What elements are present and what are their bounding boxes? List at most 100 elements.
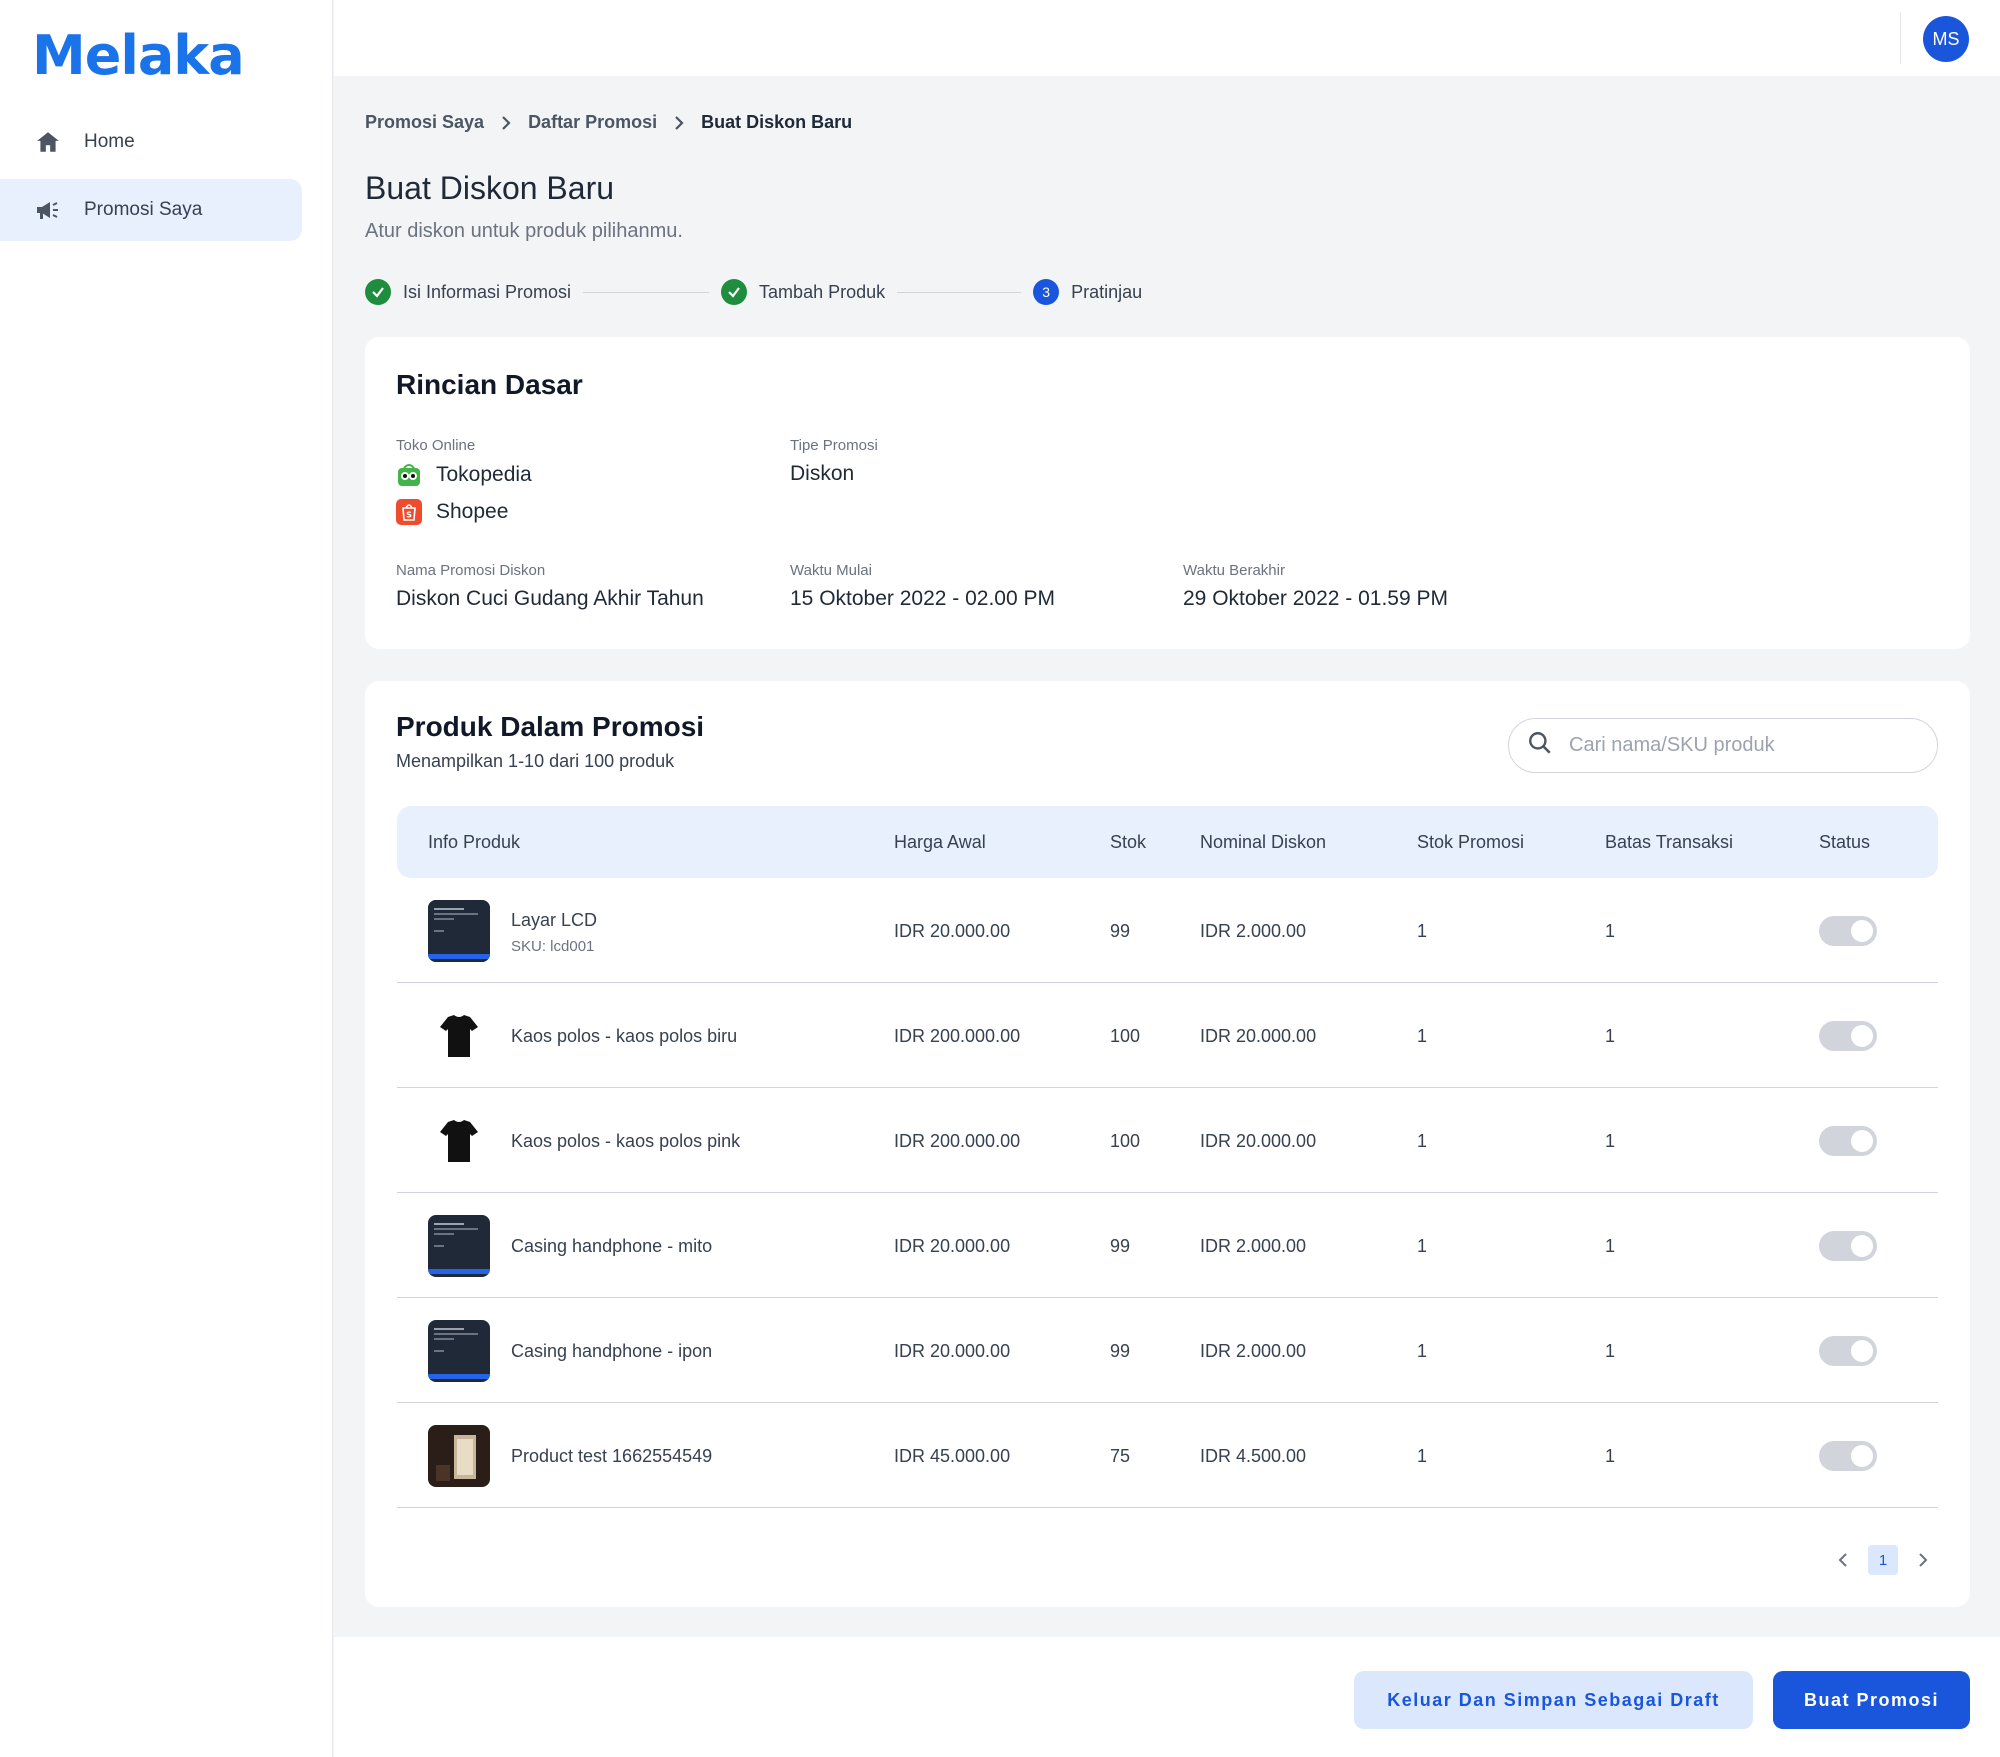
promo-stock: 1 (1417, 1131, 1428, 1151)
status-toggle[interactable] (1819, 1336, 1877, 1366)
col-info-produk: Info Produk (428, 832, 521, 852)
discount: IDR 2.000.00 (1200, 1236, 1307, 1256)
products-count: Menampilkan 1-10 dari 100 produk (396, 751, 675, 771)
check-icon (721, 279, 748, 305)
stock: 100 (1110, 1131, 1141, 1151)
col-status: Status (1819, 832, 1871, 852)
stock: 99 (1110, 921, 1131, 941)
promo-name-label: Nama Promosi Diskon (396, 562, 546, 579)
step-label: Pratinjau (1071, 281, 1143, 302)
promo-stock: 1 (1417, 1026, 1428, 1046)
breadcrumb: Promosi Saya Daftar Promosi Buat Diskon … (365, 112, 852, 133)
product-thumbnail (428, 1425, 490, 1487)
search-box[interactable] (1508, 718, 1938, 773)
start-time-value: 15 Oktober 2022 - 02.00 PM (790, 587, 1055, 610)
home-icon (34, 128, 62, 156)
price: IDR 20.000.00 (894, 1341, 1011, 1361)
table-row: Kaos polos - kaos polos pink IDR 200.000… (397, 1088, 1938, 1193)
chevron-left-icon[interactable] (1828, 1545, 1858, 1575)
price: IDR 20.000.00 (894, 1236, 1011, 1256)
product-thumbnail (428, 1005, 490, 1067)
store-tokopedia: Tokopedia (396, 462, 532, 488)
step-connector (897, 291, 1022, 293)
product-thumbnail (428, 1320, 490, 1382)
price: IDR 200.000.00 (894, 1131, 1021, 1151)
search-input[interactable] (1569, 734, 1909, 757)
step-label: Isi Informasi Promosi (403, 281, 572, 302)
step-connector (583, 291, 710, 293)
discount: IDR 2.000.00 (1200, 921, 1307, 941)
breadcrumb-daftar-promosi[interactable]: Daftar Promosi (528, 112, 657, 133)
status-toggle[interactable] (1819, 1126, 1877, 1156)
sidebar: Melaka Home Promosi Saya (0, 0, 333, 1757)
step-pratinjau[interactable]: 3 Pratinjau (1033, 279, 1142, 305)
status-toggle[interactable] (1819, 916, 1877, 946)
sidebar-item-home[interactable]: Home (0, 111, 302, 173)
transaction-limit: 1 (1605, 1236, 1616, 1256)
price: IDR 200.000.00 (894, 1026, 1021, 1046)
top-bar: MS (334, 0, 2000, 76)
store-label: Toko Online (396, 437, 476, 454)
status-toggle[interactable] (1819, 1441, 1877, 1471)
create-promo-button[interactable]: Buat Promosi (1773, 1671, 1970, 1729)
stock: 100 (1110, 1026, 1141, 1046)
discount: IDR 20.000.00 (1200, 1131, 1317, 1151)
product-name: Kaos polos - kaos polos biru (511, 1026, 738, 1046)
breadcrumb-promosi-saya[interactable]: Promosi Saya (365, 112, 484, 133)
promo-stock: 1 (1417, 921, 1428, 941)
step-tambah-produk[interactable]: Tambah Produk (721, 279, 885, 305)
promo-stock: 1 (1417, 1236, 1428, 1256)
page-title: Buat Diskon Baru (365, 170, 615, 206)
store-shopee: S Shopee (396, 499, 508, 525)
status-toggle[interactable] (1819, 1231, 1877, 1261)
megaphone-icon (34, 196, 62, 224)
header-divider (1900, 12, 1901, 64)
table-row: Product test 1662554549 IDR 45.000.00 75… (397, 1403, 1938, 1508)
melaka-logo[interactable]: Melaka (32, 26, 245, 86)
card-title: Produk Dalam Promosi (396, 711, 705, 742)
discount: IDR 2.000.00 (1200, 1341, 1307, 1361)
step-number: 3 (1033, 279, 1060, 305)
promo-stock: 1 (1417, 1341, 1428, 1361)
product-thumbnail (428, 1215, 490, 1277)
save-draft-button[interactable]: Keluar Dan Simpan Sebagai Draft (1354, 1671, 1753, 1729)
col-batas-transaksi[interactable]: Batas Transaksi (1605, 832, 1733, 853)
transaction-limit: 1 (1605, 921, 1616, 941)
status-toggle[interactable] (1819, 1021, 1877, 1051)
product-name: Product test 1662554549 (511, 1446, 713, 1466)
stepper: Isi Informasi Promosi Tambah Produk 3 Pr… (365, 279, 1142, 305)
discount: IDR 20.000.00 (1200, 1026, 1317, 1046)
avatar[interactable]: MS (1923, 16, 1969, 62)
promo-stock: 1 (1417, 1446, 1428, 1466)
table-row: Layar LCD SKU: lcd001 IDR 20.000.00 99 I… (397, 878, 1938, 983)
discount: IDR 4.500.00 (1200, 1446, 1307, 1466)
product-sku: SKU: lcd001 (511, 938, 595, 955)
transaction-limit: 1 (1605, 1026, 1616, 1046)
table-row: Casing handphone - mito IDR 20.000.00 99… (397, 1193, 1938, 1298)
product-name: Kaos polos - kaos polos pink (511, 1131, 741, 1151)
stock: 99 (1110, 1236, 1131, 1256)
chevron-right-icon (500, 115, 512, 131)
col-stok[interactable]: Stok (1110, 832, 1146, 853)
breadcrumb-current: Buat Diskon Baru (701, 112, 853, 132)
step-label: Tambah Produk (759, 281, 886, 302)
svg-text:S: S (406, 511, 412, 520)
product-name: Casing handphone - ipon (511, 1341, 713, 1361)
end-time-value: 29 Oktober 2022 - 01.59 PM (1183, 587, 1448, 610)
page-number[interactable]: 1 (1868, 1545, 1898, 1575)
chevron-right-icon (673, 115, 685, 131)
promo-name-value: Diskon Cuci Gudang Akhir Tahun (396, 587, 704, 610)
card-title: Rincian Dasar (396, 369, 583, 400)
col-harga-awal[interactable]: Harga Awal (894, 832, 986, 853)
table-row: Casing handphone - ipon IDR 20.000.00 99… (397, 1298, 1938, 1403)
col-stok-promosi[interactable]: Stok Promosi (1417, 832, 1524, 853)
type-value: Diskon (790, 462, 855, 485)
products-card: Produk Dalam Promosi Menampilkan 1-10 da… (365, 681, 1970, 1607)
chevron-right-icon[interactable] (1908, 1545, 1938, 1575)
basic-details-card: Rincian Dasar Toko Online Tokopedia S Sh… (365, 337, 1970, 649)
sidebar-item-promosi-saya[interactable]: Promosi Saya (0, 179, 302, 241)
stock: 99 (1110, 1341, 1131, 1361)
step-isi-informasi[interactable]: Isi Informasi Promosi (365, 279, 571, 305)
col-nominal-diskon[interactable]: Nominal Diskon (1200, 832, 1326, 853)
sidebar-item-label: Promosi Saya (84, 199, 203, 220)
